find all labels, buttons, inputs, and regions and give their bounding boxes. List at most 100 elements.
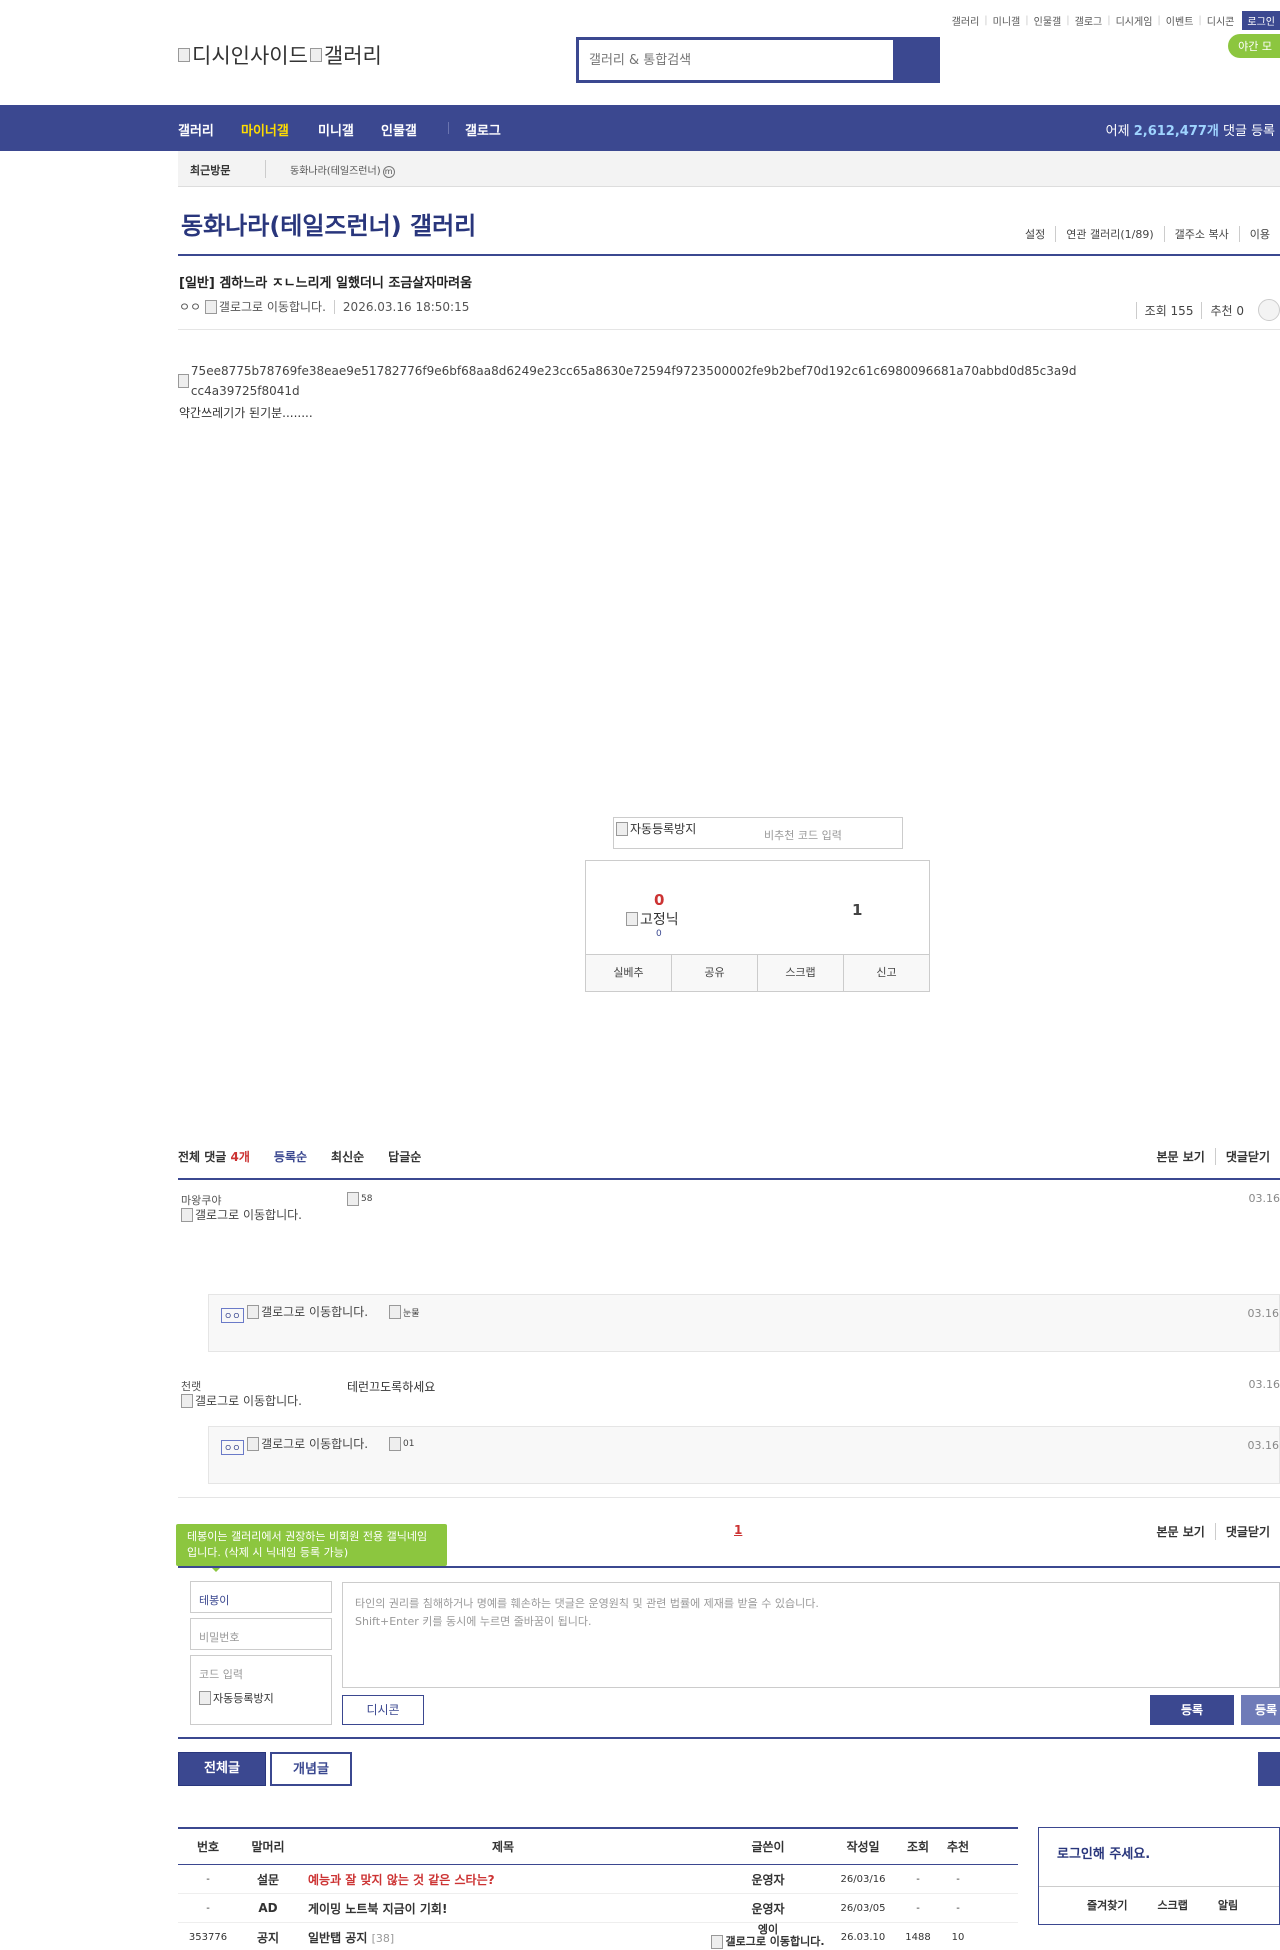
comment-nick[interactable]: 천랫	[181, 1378, 1280, 1394]
view-post-link[interactable]: 본문 보기	[1146, 1148, 1214, 1165]
search-button[interactable]	[895, 40, 937, 80]
util-link-game[interactable]: 디시게임	[1116, 13, 1153, 28]
login-message[interactable]: 로그인해 주세요.	[1057, 1843, 1150, 1862]
table-row[interactable]: - AD 게이밍 노트북 지금이 기회! 운영자 26/03/05 - -	[178, 1894, 1018, 1923]
close-comments-link[interactable]: 댓글닫기	[1214, 1523, 1280, 1540]
post-body: 약간쓰레기가 된기분........	[179, 406, 313, 420]
row-date: 26/03/05	[840, 1902, 886, 1914]
comment-date: 03.16	[1247, 1307, 1280, 1320]
nav-gallery[interactable]: 갤러리	[178, 120, 214, 139]
login-links: 즐겨찾기 스크랩 알림	[1039, 1886, 1279, 1926]
view-post-link[interactable]: 본문 보기	[1146, 1523, 1214, 1540]
scrap-button[interactable]: 스크랩	[757, 955, 843, 991]
notification-link[interactable]: 알림	[1188, 1887, 1238, 1926]
gallog-link-icon[interactable]: 갤로그로 이동합니다.	[205, 298, 326, 315]
row-number: -	[206, 1902, 210, 1914]
row-writer-cell[interactable]: 엥이 갤로그로 이동합니다.	[708, 1924, 828, 1950]
scrap-link[interactable]: 스크랩	[1127, 1887, 1187, 1926]
sort-tab-replies[interactable]: 답글순	[388, 1148, 421, 1165]
report-button[interactable]: 신고	[843, 955, 929, 991]
reply-content: ㅇㅇ 갤로그로 이동합니다. 01 03.16	[221, 1437, 1279, 1477]
code-input[interactable]: 코드 입력	[199, 1666, 323, 1682]
close-comments-link[interactable]: 댓글닫기	[1214, 1148, 1280, 1165]
more-options-button[interactable]	[1258, 299, 1280, 321]
comment-textarea[interactable]: 타인의 권리를 침해하거나 명예를 훼손하는 댓글은 운영원칙 및 관련 법률에…	[342, 1582, 1280, 1688]
row-views: -	[916, 1902, 920, 1914]
comment-footer-links: 본문 보기 댓글닫기	[1146, 1523, 1280, 1540]
nav-minor-gallery[interactable]: 마이너갤	[241, 120, 289, 139]
comment-header: 전체 댓글 4개 등록순 최신순 답글순 본문 보기 댓글닫기	[178, 1148, 1280, 1178]
header-number: 번호	[196, 1840, 220, 1854]
concept-posts-button[interactable]: 개념글	[270, 1752, 352, 1786]
table-row[interactable]: 353776 공지 일반탭 공지 [38] 엥이 갤로그로 이동합니다. 26.0…	[178, 1923, 1018, 1950]
stats-prefix: 어제	[1105, 124, 1130, 139]
submit-recommend-button[interactable]: 등록	[1241, 1695, 1280, 1725]
gallog-link-icon[interactable]: 갤로그로 이동합니다.	[181, 1394, 311, 1408]
header-date: 작성일	[846, 1840, 880, 1854]
row-subject: 공지	[256, 1930, 280, 1945]
textarea-notice-1: 타인의 권리를 침해하거나 명예를 훼손하는 댓글은 운영원칙 및 관련 법률에…	[355, 1597, 819, 1610]
night-mode-button[interactable]: 야간 모	[1228, 34, 1280, 58]
row-title[interactable]: 예능과 잘 맞지 않는 것 같은 스타는?	[298, 1871, 708, 1888]
reply-item: ㅇㅇ 갤로그로 이동합니다. 01 03.16	[208, 1426, 1280, 1484]
gallery-title[interactable]: 동화나라(테일즈런너) 갤러리	[181, 206, 476, 241]
guest-nick-tooltip: 테봉이는 갤러리에서 권장하는 비회원 전용 갤닉네임입니다. (삭제 시 닉네…	[176, 1524, 447, 1572]
comment-nick[interactable]: ㅇㅇ	[221, 1440, 244, 1455]
meta-divider	[178, 329, 1280, 330]
recommend-down-count[interactable]: 1	[852, 901, 862, 919]
row-title-cell[interactable]: 일반탭 공지 [38]	[298, 1929, 708, 1946]
write-button[interactable]	[1258, 1752, 1280, 1786]
favorites-link[interactable]: 즐겨찾기	[1039, 1887, 1127, 1926]
best-recommend-button[interactable]: 실베추	[586, 955, 671, 991]
sort-tab-latest[interactable]: 최신순	[331, 1148, 364, 1165]
table-row[interactable]: - 설문 예능과 잘 맞지 않는 것 같은 스타는? 운영자 26/03/16 …	[178, 1865, 1018, 1894]
nav-gallog[interactable]: 갤로그	[465, 120, 501, 139]
gallery-settings-link[interactable]: 설정	[1015, 226, 1055, 242]
post-date: 2026.03.16 18:50:15	[333, 299, 469, 314]
gallog-link-icon[interactable]: 갤로그로 이동합니다.	[247, 1437, 377, 1451]
recent-item[interactable]: 동화나라(테일즈런너) m	[290, 162, 395, 178]
site-logo[interactable]: 디시인사이드 갤러리	[178, 40, 382, 70]
fixed-nick-recommend-icon[interactable]: 고정닉	[626, 909, 679, 929]
password-field[interactable]: 비밀번호	[190, 1618, 332, 1650]
header-recommend: 추천	[946, 1840, 970, 1854]
gallog-link-icon[interactable]: 갤로그로 이동합니다.	[711, 1935, 824, 1949]
search-input[interactable]	[579, 40, 895, 80]
post-stats: 조회 155 추천 0	[1135, 299, 1280, 321]
comment-nick[interactable]: ㅇㅇ	[221, 1308, 244, 1323]
submit-button[interactable]: 등록	[1150, 1695, 1234, 1725]
captcha-input[interactable]: 비추천 코드 입력	[764, 827, 842, 843]
util-link-gallery[interactable]: 갤러리	[952, 13, 980, 28]
all-posts-button[interactable]: 전체글	[178, 1752, 266, 1786]
copy-address-link[interactable]: 갤주소 복사	[1163, 226, 1239, 242]
login-button[interactable]: 로그인	[1242, 11, 1280, 30]
comment-nick[interactable]: 마왕쿠야	[181, 1192, 1280, 1208]
row-writer[interactable]: 운영자	[708, 1900, 828, 1917]
dccon-button[interactable]: 디시콘	[342, 1695, 424, 1725]
share-button[interactable]: 공유	[671, 955, 757, 991]
row-recommend: -	[956, 1902, 960, 1914]
usage-link[interactable]: 이용	[1238, 226, 1280, 242]
captcha-image: 자동등록방지	[199, 1690, 274, 1706]
gallog-link-icon[interactable]: 갤로그로 이동합니다.	[181, 1208, 311, 1222]
gallog-link-icon[interactable]: 갤로그로 이동합니다.	[247, 1305, 377, 1319]
post-author[interactable]: ㅇㅇ	[179, 298, 201, 315]
nav-mini-gallery[interactable]: 미니갤	[318, 120, 354, 139]
sort-tab-registered[interactable]: 등록순	[274, 1148, 307, 1165]
row-title[interactable]: 게이밍 노트북 지금이 기회!	[298, 1900, 708, 1917]
util-link-event[interactable]: 이벤트	[1166, 13, 1194, 28]
nav-people-gallery[interactable]: 인물갤	[381, 120, 417, 139]
header-subject: 말머리	[251, 1840, 285, 1854]
util-link-minor[interactable]: 미니갤	[993, 13, 1021, 28]
comment-total-count: 4개	[230, 1150, 250, 1164]
comment-page-1[interactable]: 1	[734, 1523, 742, 1537]
write-top-divider	[178, 1566, 1280, 1568]
util-link-dccon[interactable]: 디시콘	[1207, 13, 1235, 28]
related-gallery-link[interactable]: 연관 갤러리(1/89)	[1055, 226, 1163, 242]
login-box: 로그인해 주세요. 즐겨찾기 스크랩 알림	[1038, 1827, 1280, 1925]
util-link-gallog[interactable]: 갤로그	[1075, 13, 1103, 28]
util-link-people[interactable]: 인물갤	[1034, 13, 1062, 28]
row-number: -	[206, 1873, 210, 1885]
name-field[interactable]: 테봉이	[190, 1581, 332, 1613]
row-writer[interactable]: 운영자	[708, 1871, 828, 1888]
